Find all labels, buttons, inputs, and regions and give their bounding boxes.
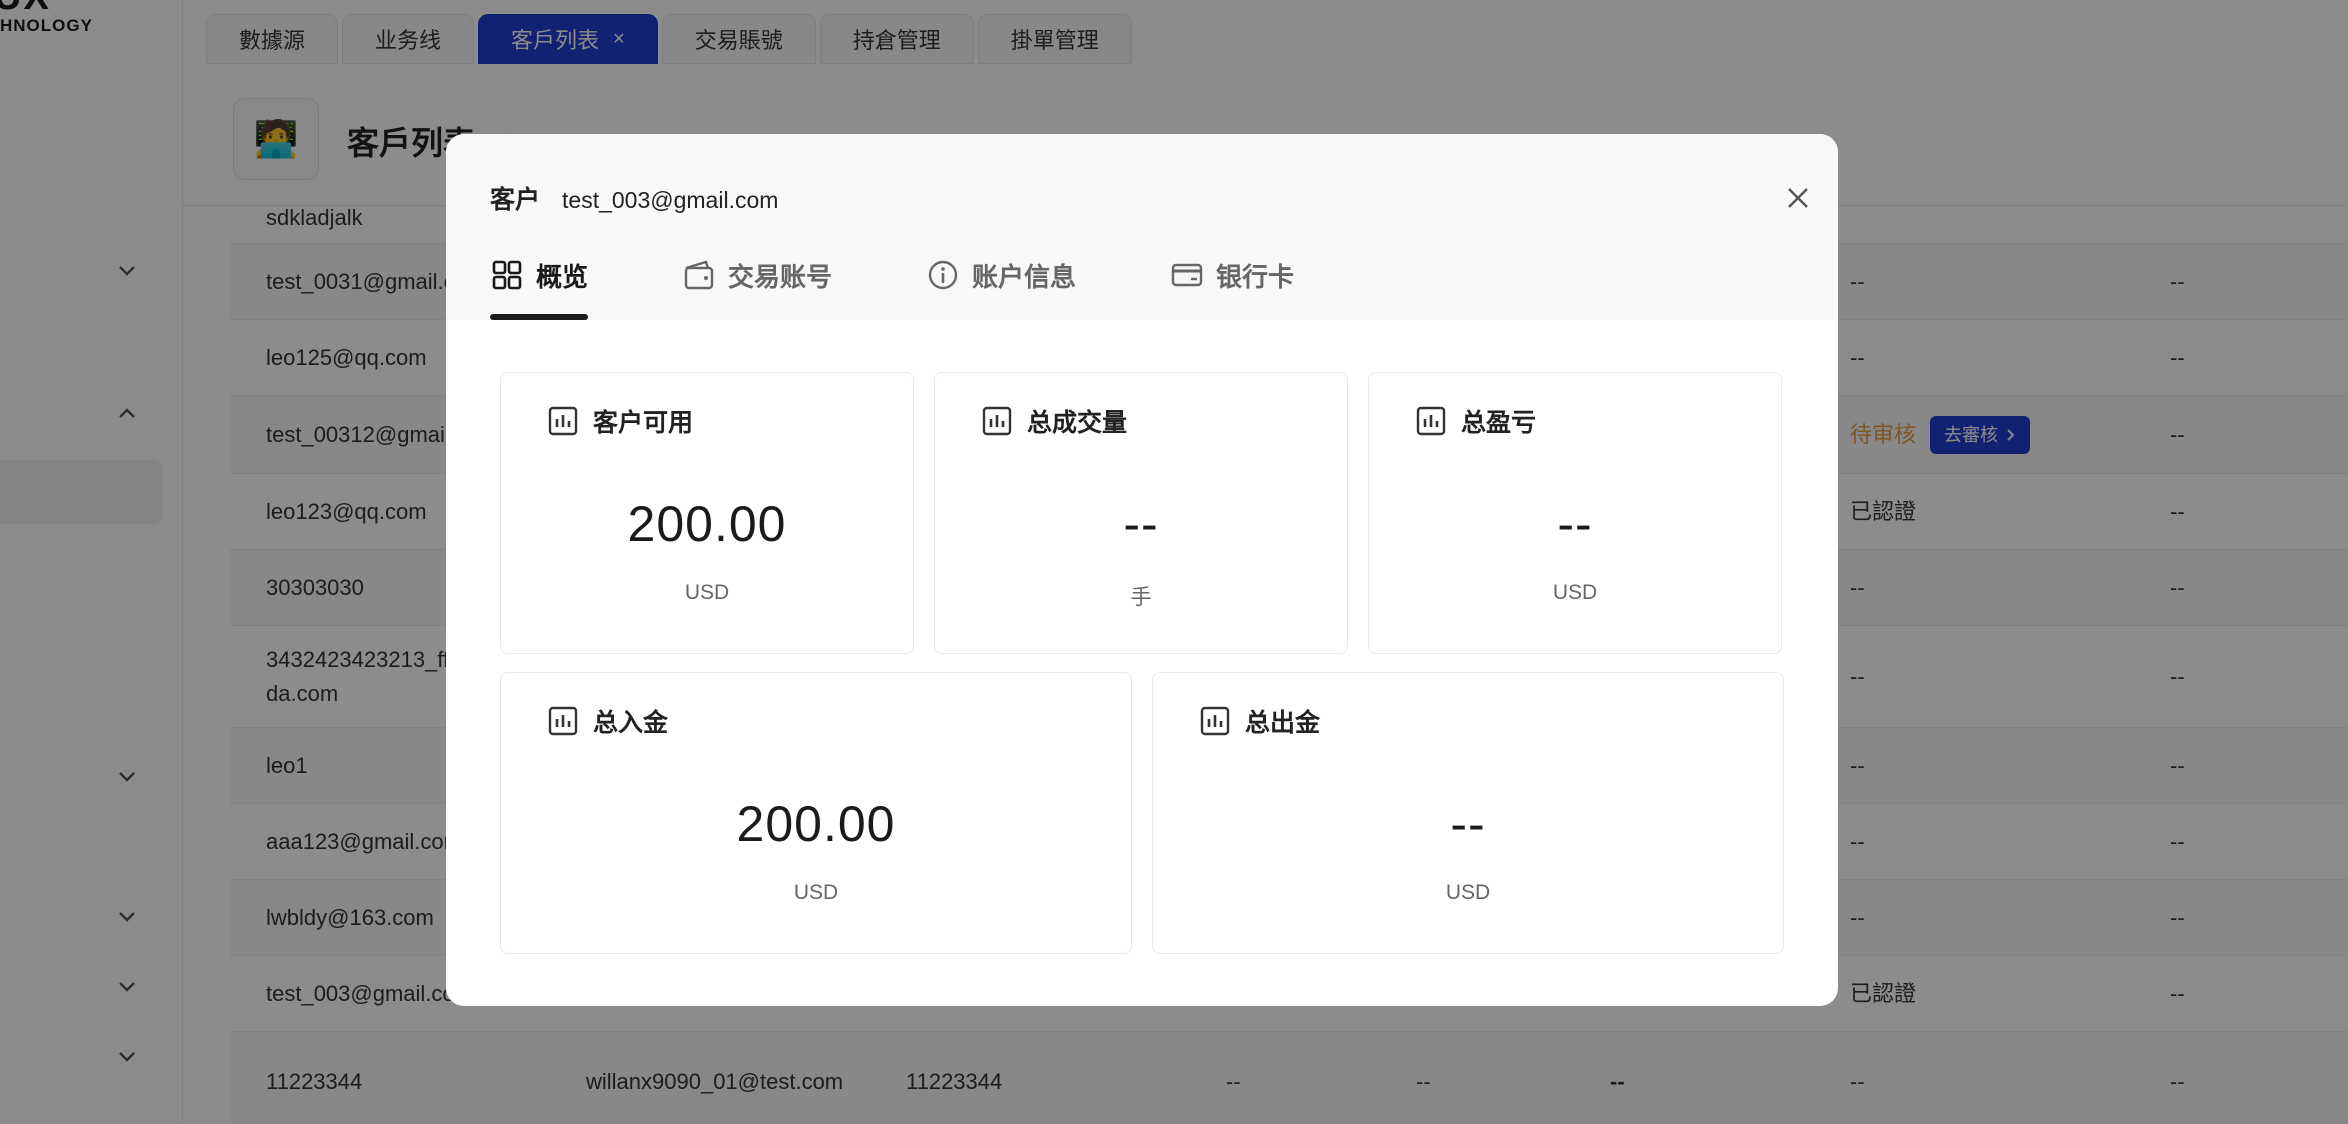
bank-card-icon xyxy=(1171,263,1203,287)
tab-label: 账户信息 xyxy=(972,261,1077,292)
stat-card-available: 客户可用 200.00 USD xyxy=(500,372,914,654)
wallet-icon xyxy=(684,260,714,290)
card-header: 总盈亏 xyxy=(1415,403,1536,439)
close-icon[interactable] xyxy=(1780,180,1816,216)
stat-card-deposits: 总入金 200.00 USD xyxy=(500,672,1132,954)
card-unit: USD xyxy=(684,581,730,604)
card-value: 200.00 xyxy=(736,796,896,852)
card-title: 总盈亏 xyxy=(1461,409,1537,437)
card-value: -- xyxy=(1123,496,1159,552)
stat-card-volume: 总成交量 -- 手 xyxy=(934,372,1348,654)
card-header: 总入金 xyxy=(547,703,668,739)
card-header: 客户可用 xyxy=(547,403,693,439)
modal-tabs: 概览 交易账号 账户信息 银行卡 xyxy=(490,246,1388,320)
grid-icon xyxy=(492,260,522,290)
card-title: 总出金 xyxy=(1245,709,1321,737)
chart-bars-icon xyxy=(1416,406,1446,436)
modal-title: 客户 test_003@gmail.com xyxy=(490,180,778,216)
card-title: 总入金 xyxy=(593,709,669,737)
card-unit: USD xyxy=(1445,881,1491,904)
tab-label: 概览 xyxy=(536,261,589,292)
card-header: 总出金 xyxy=(1199,703,1320,739)
card-unit: 手 xyxy=(1130,586,1152,609)
card-unit: USD xyxy=(1552,581,1598,604)
card-value: -- xyxy=(1450,796,1486,852)
customer-detail-modal: 客户 test_003@gmail.com 概览 交易账号 账户信息 银行卡 客… xyxy=(446,134,1838,1006)
card-unit: USD xyxy=(793,881,839,904)
card-title: 总成交量 xyxy=(1027,409,1128,437)
card-value: -- xyxy=(1557,496,1593,552)
modal-header: 客户 test_003@gmail.com 概览 交易账号 账户信息 银行卡 xyxy=(446,134,1838,320)
tab-label: 银行卡 xyxy=(1216,261,1295,292)
stat-card-withdrawals: 总出金 -- USD xyxy=(1152,672,1784,954)
card-title: 客户可用 xyxy=(593,409,694,437)
tab-trading-account[interactable]: 交易账号 xyxy=(682,246,832,304)
chart-bars-icon xyxy=(548,406,578,436)
card-header: 总成交量 xyxy=(981,403,1127,439)
tab-overview[interactable]: 概览 xyxy=(490,246,589,320)
chart-bars-icon xyxy=(1200,706,1230,736)
card-value: 200.00 xyxy=(627,496,787,552)
chart-bars-icon xyxy=(548,706,578,736)
modal-customer-email: test_003@gmail.com xyxy=(562,187,779,213)
tab-bank-card[interactable]: 银行卡 xyxy=(1170,246,1294,304)
info-icon xyxy=(928,260,958,290)
tab-label: 交易账号 xyxy=(728,261,833,292)
stat-card-pnl: 总盈亏 -- USD xyxy=(1368,372,1782,654)
chart-bars-icon xyxy=(982,406,1012,436)
tab-account-info[interactable]: 账户信息 xyxy=(926,246,1076,304)
modal-title-label: 客户 xyxy=(490,186,541,214)
